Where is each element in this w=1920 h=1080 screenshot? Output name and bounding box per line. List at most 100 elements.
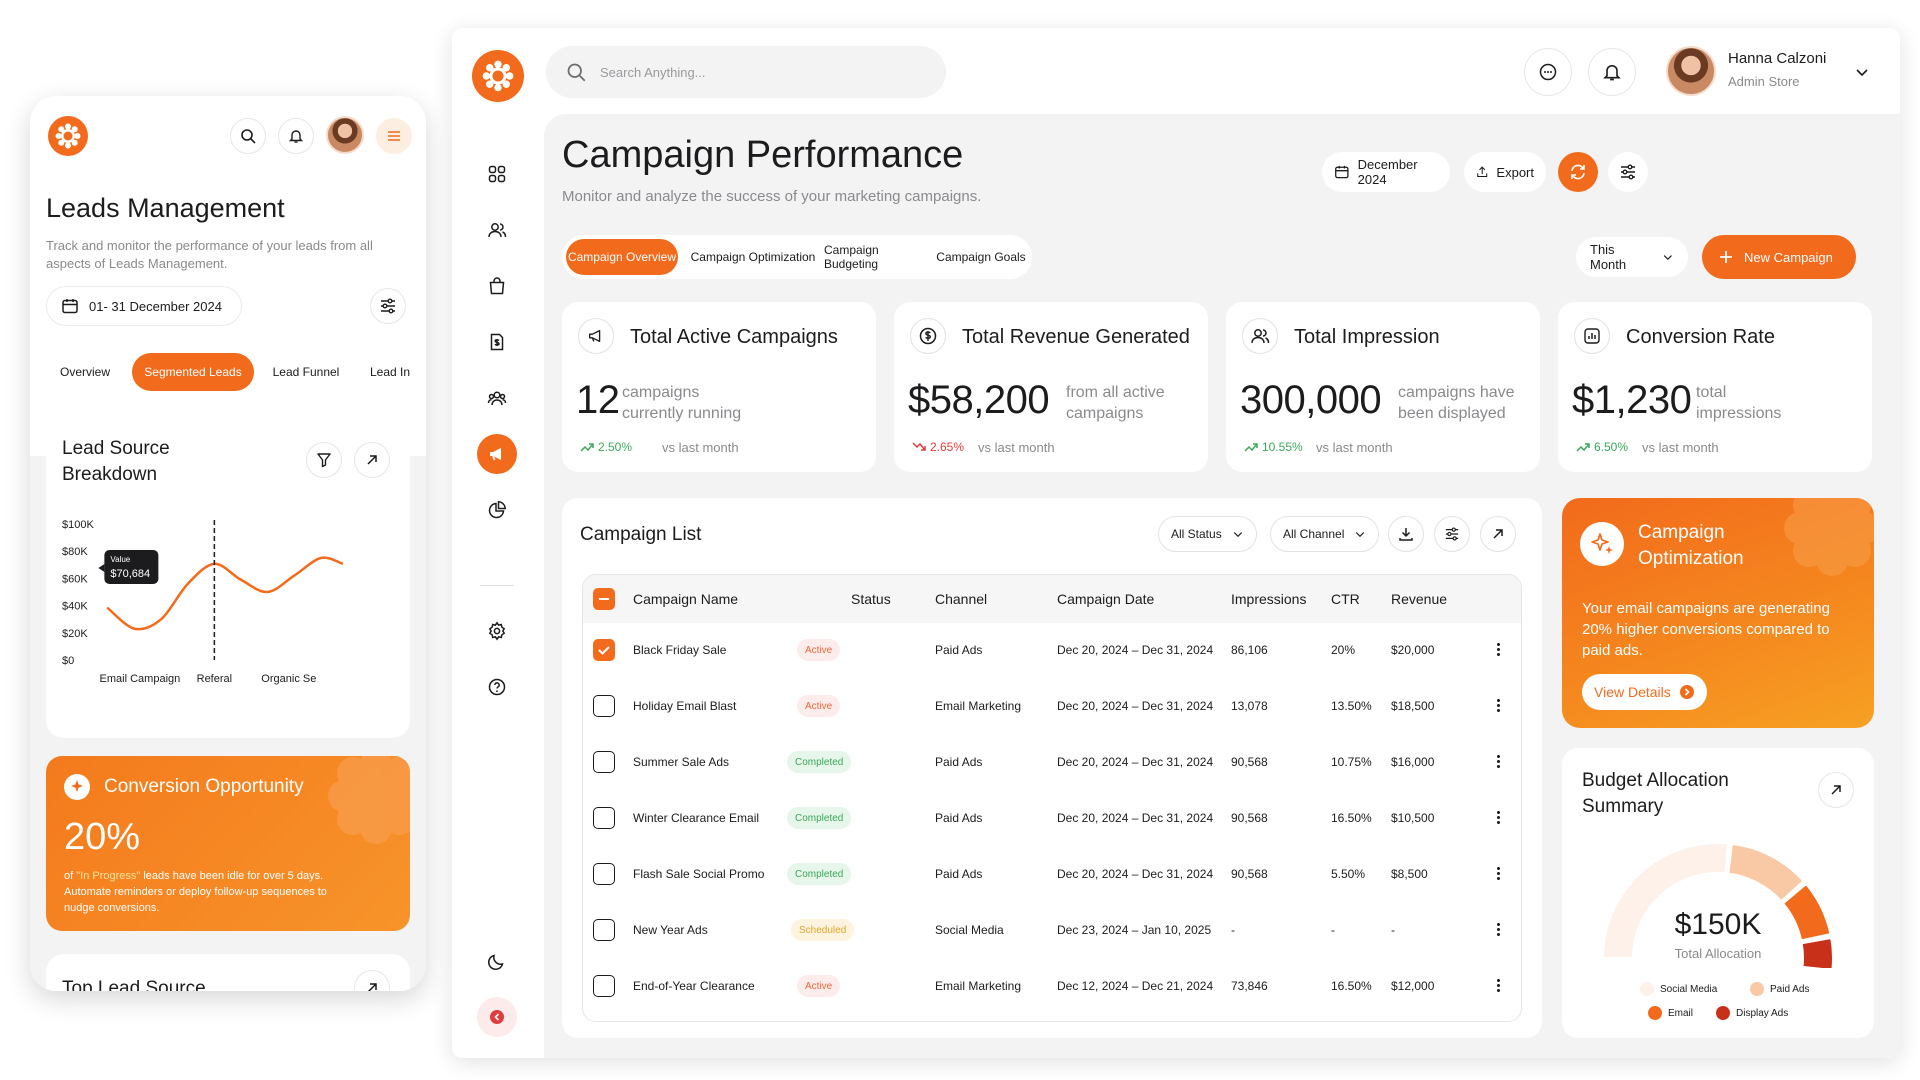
row-checkbox[interactable]: [593, 639, 615, 661]
table-row[interactable]: Flash Sale Social Promo Completed Paid Ads…: [583, 847, 1521, 903]
row-checkbox[interactable]: [593, 863, 615, 885]
row-checkbox[interactable]: [593, 975, 615, 997]
table-row[interactable]: Holiday Email Blast Active Email Marketing…: [583, 679, 1521, 735]
sidebar-item-reports[interactable]: [477, 490, 517, 530]
search-input[interactable]: Search Anything...: [546, 46, 946, 98]
row-checkbox[interactable]: [593, 751, 615, 773]
expand-top-source-button[interactable]: [354, 970, 390, 991]
refresh-button[interactable]: [1558, 152, 1598, 192]
tab-campaign-goals[interactable]: Campaign Goals: [936, 239, 1026, 275]
avatar[interactable]: [326, 116, 364, 154]
sidebar-item-settings[interactable]: [477, 611, 517, 651]
row-menu-icon[interactable]: [1495, 753, 1501, 771]
theme-toggle[interactable]: [477, 941, 517, 981]
select-all-checkbox[interactable]: [593, 588, 615, 610]
expand-list-button[interactable]: [1480, 516, 1516, 552]
sidebar-bottom: [470, 923, 524, 1047]
cell-revenue: $20,000: [1391, 643, 1435, 657]
cell-date: Dec 20, 2024 – Dec 31, 2024: [1057, 699, 1214, 713]
stat-value: 12: [576, 378, 620, 422]
tab-lead-funnel[interactable]: Lead Funnel: [262, 353, 350, 391]
col-status[interactable]: Status: [851, 591, 891, 607]
grid-icon: [488, 165, 506, 183]
cell-ctr: 5.50%: [1331, 867, 1366, 881]
sidebar-item-dashboard[interactable]: [477, 154, 517, 194]
download-button[interactable]: [1388, 516, 1424, 552]
tab-segmented-leads[interactable]: Segmented Leads: [132, 353, 254, 391]
col-ctr[interactable]: CTR: [1331, 591, 1360, 607]
month-picker-button[interactable]: December 2024: [1322, 152, 1450, 192]
filter-button[interactable]: [370, 288, 406, 324]
tab-lead-insights[interactable]: Lead In: [358, 353, 426, 391]
stat-change-value: 2.65%: [930, 440, 965, 454]
notification-button[interactable]: [1588, 48, 1636, 96]
messages-button[interactable]: [1524, 48, 1572, 96]
col-campaign-date[interactable]: Campaign Date: [1057, 591, 1154, 607]
brand-logo[interactable]: [472, 50, 524, 102]
users-icon: [1251, 329, 1270, 344]
col-channel[interactable]: Channel: [935, 591, 987, 607]
row-menu-icon[interactable]: [1495, 697, 1501, 715]
filter-funnel-button[interactable]: [306, 442, 342, 478]
table-header: Campaign Name Status Channel Campaign Da…: [583, 575, 1521, 623]
tab-campaign-optimization[interactable]: Campaign Optimization: [684, 239, 822, 275]
settings-filter-button[interactable]: [1608, 152, 1648, 192]
new-campaign-button[interactable]: New Campaign: [1702, 235, 1856, 279]
row-checkbox[interactable]: [593, 919, 615, 941]
sidebar-item-team[interactable]: [477, 378, 517, 418]
logout-button[interactable]: [477, 997, 517, 1037]
tab-campaign-overview[interactable]: Campaign Overview: [566, 239, 678, 275]
opportunity-text-pre: of: [64, 870, 77, 882]
date-range-button[interactable]: 01- 31 December 2024: [46, 286, 242, 326]
sidebar-item-shop[interactable]: [477, 266, 517, 306]
table-row[interactable]: Black Friday Sale Active Paid Ads Dec 20, 2…: [583, 623, 1521, 679]
row-checkbox[interactable]: [593, 695, 615, 717]
search-button[interactable]: [230, 118, 266, 154]
legend-label: Paid Ads: [1770, 983, 1810, 995]
table-row[interactable]: End-of-Year Clearance Active Email Marketi…: [583, 959, 1521, 1015]
row-menu-icon[interactable]: [1495, 865, 1501, 883]
chevron-down-icon[interactable]: [1854, 64, 1870, 80]
expand-budget-button[interactable]: [1818, 772, 1854, 808]
sidebar-item-users[interactable]: [477, 210, 517, 250]
channel-filter[interactable]: All Channel: [1270, 516, 1380, 552]
status-filter[interactable]: All Status: [1158, 516, 1257, 552]
table-filter-button[interactable]: [1434, 516, 1470, 552]
cell-revenue: -: [1391, 923, 1395, 937]
tab-campaign-budgeting[interactable]: Campaign Budgeting: [824, 239, 934, 275]
table-row[interactable]: New Year Ads Scheduled Social Media Dec 23,…: [583, 903, 1521, 959]
period-select[interactable]: This Month: [1576, 237, 1688, 277]
row-menu-icon[interactable]: [1495, 921, 1501, 939]
expand-button[interactable]: [354, 442, 390, 478]
x-tick-label: Referal: [197, 673, 232, 685]
sidebar-item-invoices[interactable]: [477, 322, 517, 362]
table-row[interactable]: Summer Sale Ads Completed Paid Ads Dec 20, …: [583, 735, 1521, 791]
legend-email: Email: [1648, 1006, 1693, 1020]
mobile-tabs: Overview Segmented Leads Lead Funnel Lea…: [46, 349, 426, 395]
plus-icon: [1720, 251, 1732, 263]
table-row[interactable]: Winter Clearance Email Completed Paid Ads D…: [583, 791, 1521, 847]
sidebar-item-campaigns[interactable]: [477, 434, 517, 474]
col-campaign-name[interactable]: Campaign Name: [633, 591, 738, 607]
col-impressions[interactable]: Impressions: [1231, 591, 1306, 607]
brand-logo[interactable]: [48, 116, 88, 156]
cell-ctr: 16.50%: [1331, 811, 1372, 825]
row-checkbox[interactable]: [593, 807, 615, 829]
menu-button[interactable]: [376, 118, 412, 154]
tab-overview[interactable]: Overview: [46, 353, 124, 391]
calendar-icon: [62, 299, 78, 314]
row-menu-icon[interactable]: [1495, 809, 1501, 827]
col-revenue[interactable]: Revenue: [1391, 591, 1447, 607]
decorative-flower-icon: [328, 756, 410, 844]
stat-icon: [1574, 318, 1610, 354]
notification-button[interactable]: [278, 118, 314, 154]
trend-up-icon: [580, 443, 594, 452]
sidebar-item-help[interactable]: [477, 667, 517, 707]
cell-date: Dec 20, 2024 – Dec 31, 2024: [1057, 643, 1214, 657]
export-button[interactable]: Export: [1464, 152, 1546, 192]
view-details-button[interactable]: View Details: [1582, 674, 1707, 710]
row-menu-icon[interactable]: [1495, 977, 1501, 995]
row-menu-icon[interactable]: [1495, 641, 1501, 659]
user-avatar[interactable]: [1666, 46, 1716, 96]
stat-title: Conversion Rate: [1626, 326, 1775, 348]
